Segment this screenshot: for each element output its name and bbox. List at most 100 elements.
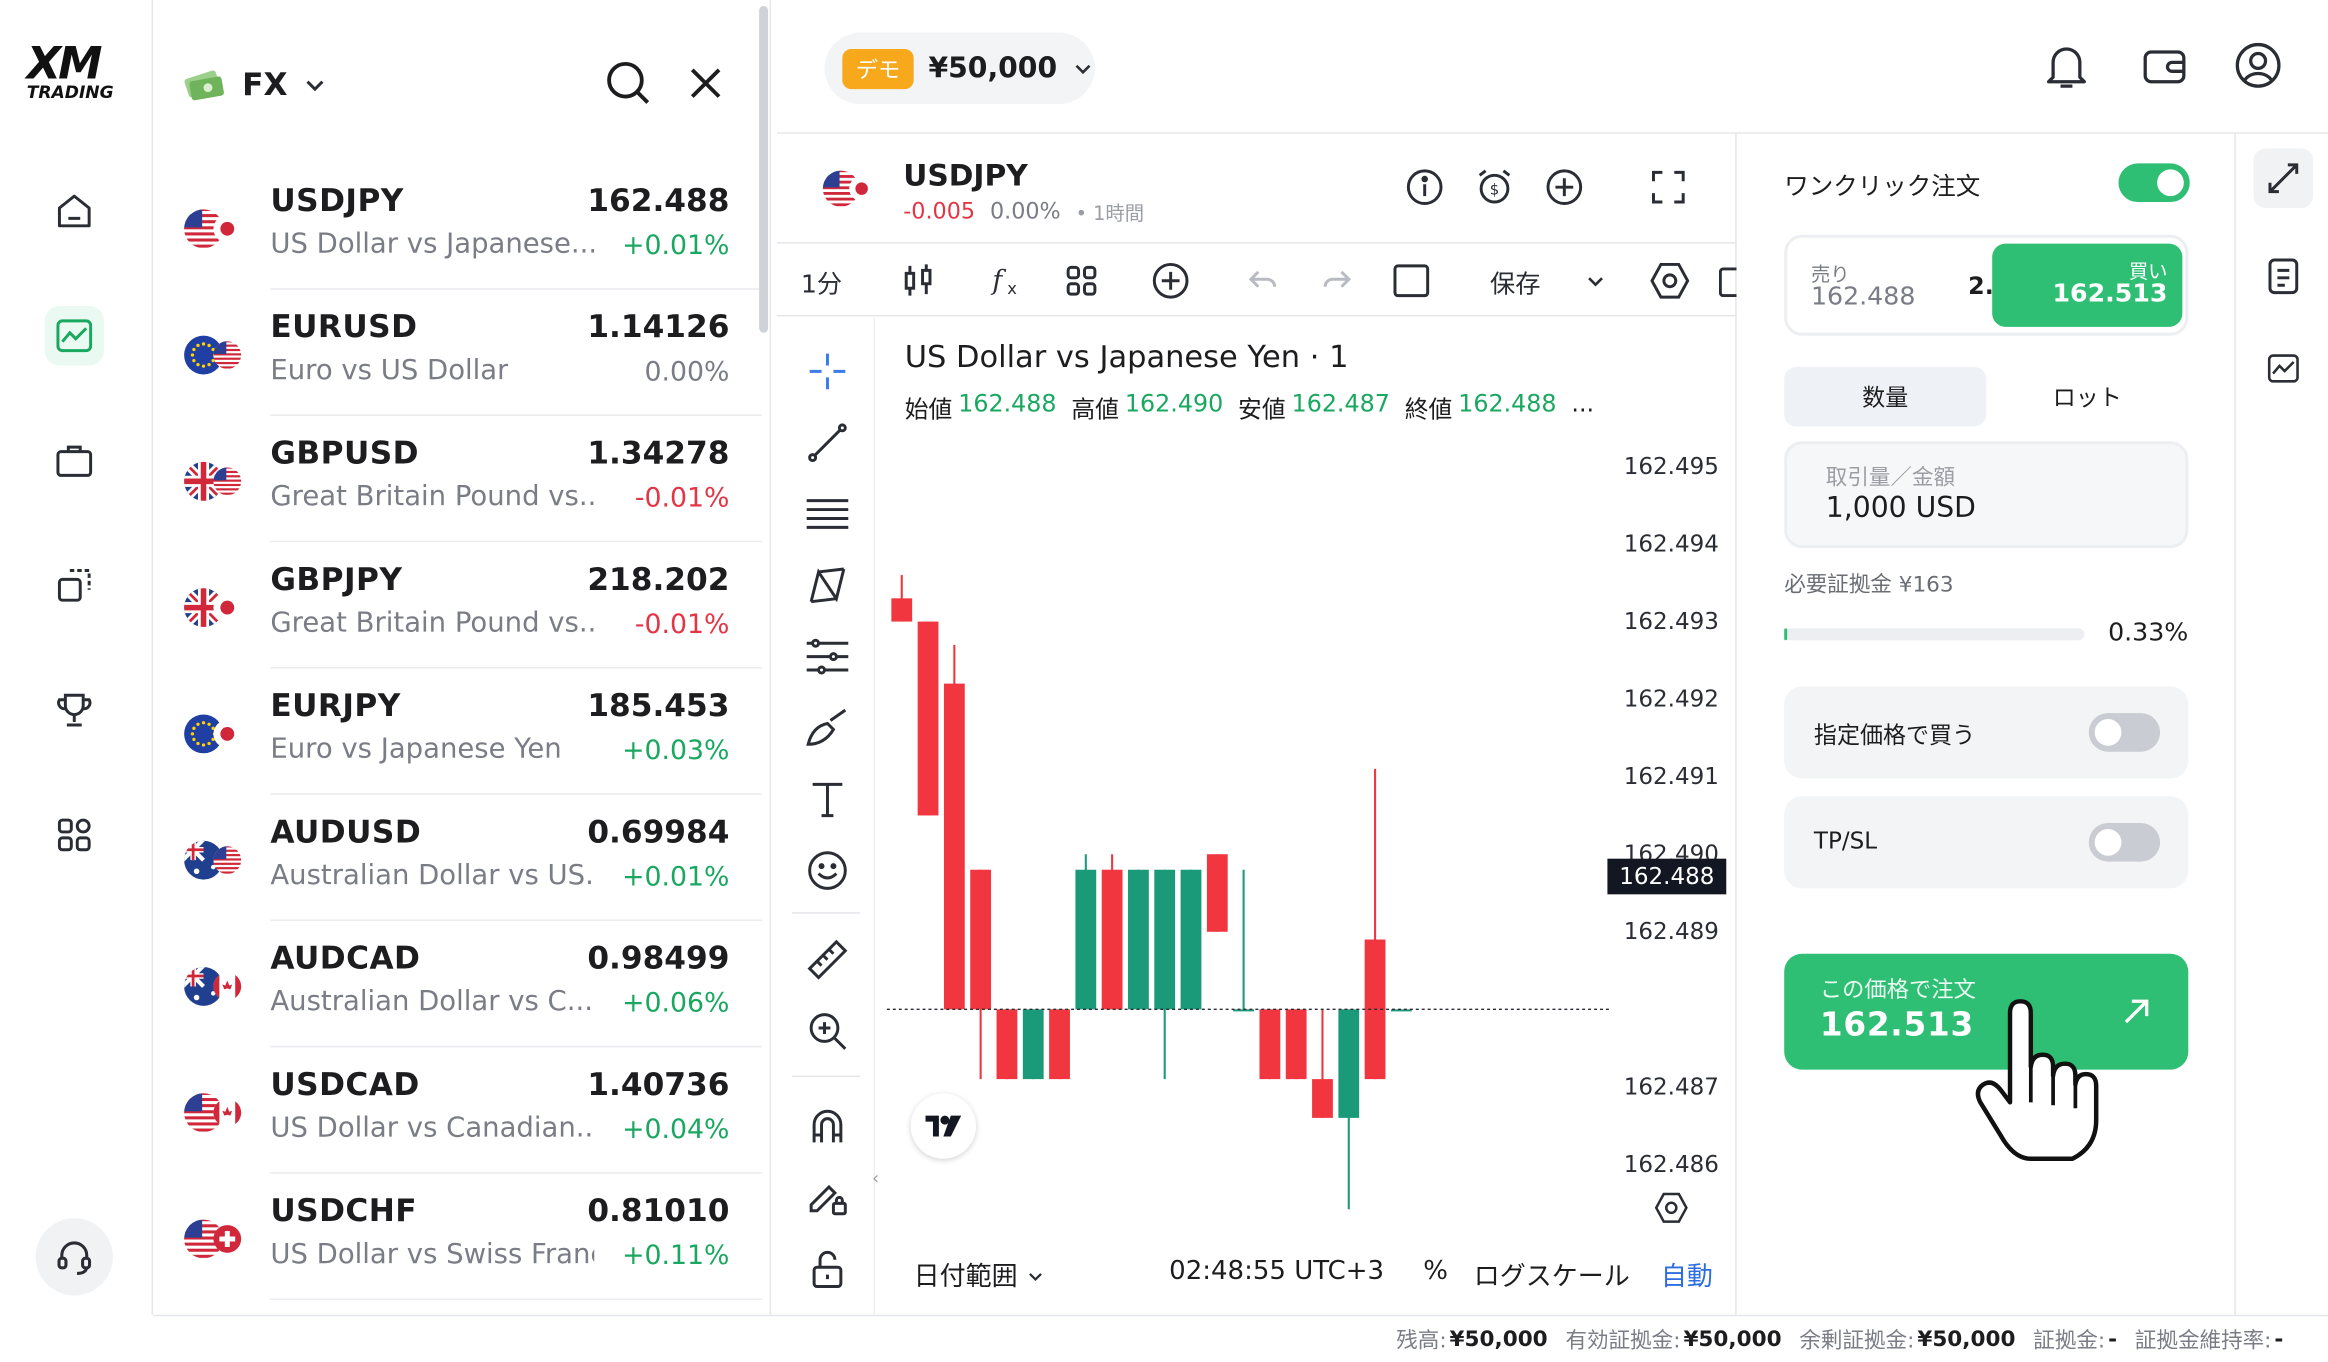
lock-drawings-tool[interactable]: [798, 1168, 857, 1227]
pair-change: +0.03%: [622, 735, 730, 767]
log-scale-button[interactable]: ログスケール: [1474, 1257, 1630, 1294]
watchlist-row[interactable]: EURJPY Euro vs Japanese Yen 185.453 +0.03%: [153, 669, 763, 795]
balance-label: 残高:: [1396, 1329, 1447, 1354]
chart-settings-button[interactable]: [1645, 244, 1696, 318]
info-button[interactable]: [1404, 166, 1446, 208]
tab-lot[interactable]: ロット: [1986, 367, 2188, 426]
price-alert-button[interactable]: $: [1474, 166, 1516, 208]
compare-button[interactable]: [1145, 244, 1196, 318]
close-watchlist-button[interactable]: [682, 59, 730, 107]
competitions-button[interactable]: [45, 680, 104, 739]
crosshair-tool[interactable]: [798, 342, 857, 401]
tpsl-toggle[interactable]: [2088, 823, 2161, 862]
trade-panel-button[interactable]: [2253, 148, 2314, 208]
function-fx-icon: fx: [990, 266, 1017, 298]
pair-price: 0.69984: [587, 814, 730, 850]
tpsl-label: TP/SL: [1813, 827, 1878, 855]
candle-body: [1338, 1009, 1360, 1118]
pair-description: US Dollar vs Swiss Franc: [270, 1238, 595, 1271]
pattern-tool[interactable]: [798, 556, 857, 615]
y-tick-label: 162.494: [1624, 531, 1719, 557]
percent-scale-button[interactable]: %: [1423, 1257, 1448, 1287]
candle-body: [1101, 869, 1123, 1010]
watchlist-row[interactable]: AUDUSD Australian Dollar vs US... 0.69984 +…: [153, 795, 763, 922]
pair-price: 1.34278: [587, 435, 730, 471]
svg-text:x: x: [1007, 279, 1017, 298]
text-tool[interactable]: [798, 770, 857, 829]
pattern-icon: [809, 567, 846, 604]
forecast-tool[interactable]: [798, 627, 857, 686]
watchlist-row[interactable]: AUDCAD Australian Dollar vs C... 0.98499 +0…: [153, 921, 763, 1048]
measure-tool[interactable]: [798, 930, 857, 989]
notifications-button[interactable]: [2043, 42, 2096, 95]
fib-tool[interactable]: [798, 484, 857, 543]
margin-level-value: -: [2274, 1327, 2284, 1352]
candle-body: [943, 683, 965, 1010]
markets-button[interactable]: [44, 306, 104, 366]
watchlist-row[interactable]: GBPUSD Great Britain Pound vs... 1.34278 -0…: [153, 416, 763, 543]
profile-button[interactable]: [2233, 40, 2286, 93]
one-click-toggle[interactable]: [2118, 163, 2190, 203]
buy-button[interactable]: 買い 162.513: [1992, 243, 2183, 327]
copy-trading-button[interactable]: [45, 556, 104, 615]
tradingview-logo[interactable]: [910, 1093, 977, 1159]
arrows-diagonal-icon: [2268, 163, 2299, 194]
tab-quantity[interactable]: 数量: [1784, 366, 1987, 427]
save-menu-button[interactable]: [1576, 244, 1615, 318]
watchlist-scrollbar[interactable]: [759, 5, 769, 333]
trendline-tool[interactable]: [798, 413, 857, 472]
watchlist-row[interactable]: USDCAD US Dollar vs Canadian... 1.40736 +0.…: [153, 1047, 763, 1174]
unlock-tool[interactable]: [798, 1239, 857, 1298]
watchlist-row[interactable]: EURUSD Euro vs US Dollar 1.14126 0.00%: [153, 290, 763, 416]
home-button[interactable]: [45, 181, 104, 240]
snapshot-button[interactable]: [1386, 244, 1437, 318]
fullscreen-button[interactable]: [1648, 166, 1690, 208]
watchlist-row[interactable]: USDJPY US Dollar vs Japanese... 162.488 +0.…: [153, 163, 763, 290]
sell-price[interactable]: 162.488: [1811, 282, 1915, 312]
limit-order-toggle[interactable]: [2088, 713, 2161, 752]
bell-icon: [2047, 47, 2086, 88]
candlestick-chart[interactable]: 162.495 162.494 162.493 162.492 162.491 162.4…: [875, 318, 1737, 1210]
pair-price: 1.40736: [587, 1066, 730, 1103]
undo-button[interactable]: [1240, 244, 1285, 318]
support-button[interactable]: [35, 1218, 113, 1296]
candle-body: [1259, 1009, 1281, 1080]
amount-field[interactable]: 取引量／金額 1,000 USD: [1784, 441, 2189, 549]
wallet-button[interactable]: [2141, 45, 2194, 98]
redo-icon: [1323, 270, 1352, 288]
axis-settings-button[interactable]: [1653, 1191, 1689, 1224]
pair-symbol: USDJPY: [270, 182, 404, 219]
search-button[interactable]: [602, 56, 655, 109]
chart-type-button[interactable]: [893, 244, 944, 318]
zoom-tool[interactable]: [798, 1001, 857, 1060]
category-selector[interactable]: FX: [183, 59, 354, 110]
brush-tool[interactable]: [798, 698, 857, 757]
watchlist-row[interactable]: USDCHF US Dollar vs Swiss Franc 0.81010 +0.…: [153, 1174, 763, 1300]
apps-button[interactable]: [45, 805, 104, 864]
save-button[interactable]: 保存: [1478, 244, 1552, 318]
redo-button[interactable]: [1315, 244, 1360, 318]
layout-button[interactable]: [1056, 244, 1107, 318]
chevron-down-icon: [1074, 64, 1090, 75]
interval-button[interactable]: 1分: [792, 244, 851, 318]
candle-body: [1312, 1079, 1333, 1118]
date-range-button[interactable]: 日付範囲: [914, 1257, 1045, 1294]
analytics-button[interactable]: [2257, 342, 2310, 395]
candle-body: [996, 1009, 1018, 1080]
auto-scale-button[interactable]: 自動: [1661, 1257, 1713, 1294]
more-tools-edge[interactable]: [1718, 267, 1737, 298]
indicators-button[interactable]: fx: [982, 244, 1033, 318]
magnet-tool[interactable]: [798, 1096, 857, 1155]
account-selector[interactable]: デモ ¥50,000: [824, 32, 1095, 104]
portfolio-button[interactable]: [45, 431, 104, 490]
watchlist-row[interactable]: GBPJPY Great Britain Pound vs... 218.202 -0…: [153, 542, 763, 669]
fullscreen-icon: [1651, 170, 1685, 204]
emoji-tool[interactable]: [798, 841, 857, 900]
add-to-watchlist-button[interactable]: [1544, 166, 1586, 208]
order-book-button[interactable]: [2257, 250, 2310, 303]
pair-price: 1.14126: [587, 309, 730, 345]
home-icon: [57, 194, 91, 228]
wallet-icon: [2143, 50, 2186, 84]
margin-slider-track[interactable]: [1784, 628, 2085, 641]
xm-logo[interactable]: XM TRADING: [24, 39, 125, 104]
